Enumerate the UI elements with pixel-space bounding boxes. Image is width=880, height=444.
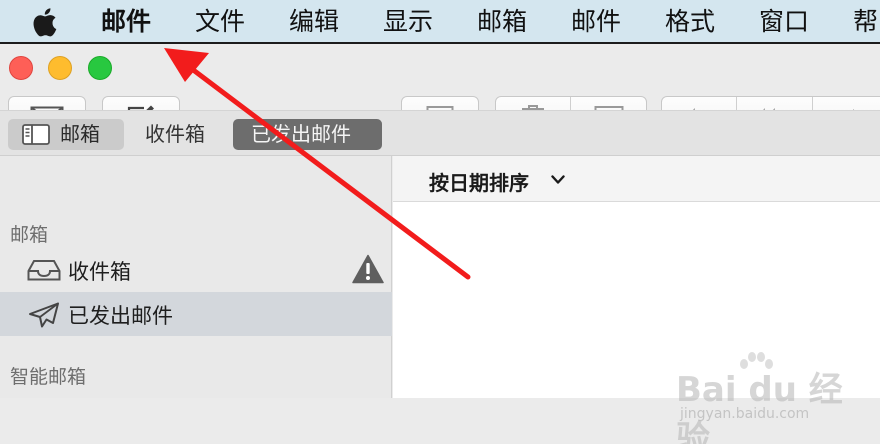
sort-by-date-button[interactable]: 按日期排序: [429, 167, 529, 196]
close-button[interactable]: [9, 56, 33, 80]
minimize-button[interactable]: [48, 56, 72, 80]
baidu-watermark: Bai du 经验 jingyan.baidu.com: [676, 352, 866, 444]
inbox-tray-icon: [27, 260, 61, 281]
watermark-brand: Bai du 经验: [676, 370, 843, 444]
watermark-url: jingyan.baidu.com: [680, 406, 810, 422]
menu-app-mail[interactable]: 邮件: [101, 5, 151, 39]
menu-help[interactable]: 帮: [853, 5, 878, 39]
zoom-button[interactable]: [88, 56, 112, 80]
sidebar-item-sent[interactable]: 已发出邮件: [0, 292, 392, 336]
fav-inbox-button[interactable]: 收件箱: [145, 119, 205, 150]
menu-window[interactable]: 窗口: [759, 5, 809, 39]
menu-view[interactable]: 显示: [383, 5, 433, 39]
sort-bar: 按日期排序: [393, 156, 880, 202]
warning-icon[interactable]: [352, 254, 384, 284]
sidebar-item-inbox[interactable]: 收件箱: [0, 248, 392, 292]
menu-file[interactable]: 文件: [195, 5, 245, 39]
menu-message[interactable]: 邮件: [571, 5, 621, 39]
sidebar-section-smart-mailboxes[interactable]: 智能邮箱: [10, 362, 86, 389]
paper-plane-icon: [29, 302, 59, 328]
menu-mailbox[interactable]: 邮箱: [477, 5, 527, 39]
sidebar: 邮箱 收件箱 已发出邮件 智能邮箱: [0, 156, 392, 398]
sidebar-item-sent-label: 已发出邮件: [68, 304, 173, 328]
menu-format[interactable]: 格式: [665, 5, 715, 39]
sidebar-section-mailboxes[interactable]: 邮箱: [10, 220, 48, 247]
sidebar-toggle-icon: [22, 124, 50, 145]
sidebar-item-inbox-label: 收件箱: [68, 260, 131, 284]
menu-bar: 邮件 文件 编辑 显示 邮箱 邮件 格式 窗口 帮: [0, 0, 880, 44]
chevron-down-icon[interactable]: [551, 175, 565, 185]
apple-icon[interactable]: [32, 6, 62, 38]
favorites-bar: 邮箱 收件箱 已发出邮件: [0, 110, 880, 156]
menu-edit[interactable]: 编辑: [289, 5, 339, 39]
fav-mailboxes-label: 邮箱: [60, 122, 100, 146]
fav-mailboxes-button[interactable]: 邮箱: [8, 119, 124, 150]
fav-sent-button[interactable]: 已发出邮件: [233, 119, 382, 150]
fav-sent-label: 已发出邮件: [251, 122, 351, 146]
